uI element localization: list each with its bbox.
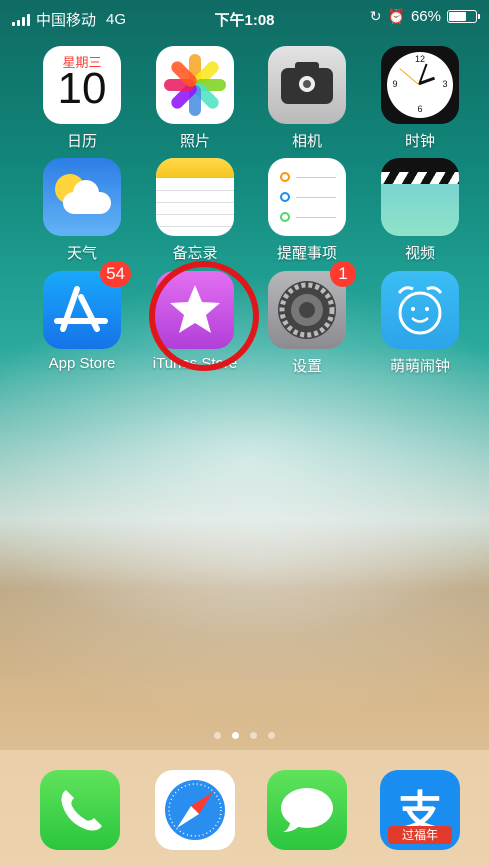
page-dot (250, 732, 257, 739)
app-label: 提醒事项 (276, 245, 337, 262)
app-reminders[interactable]: 提醒事项 (257, 158, 357, 262)
dock: 支 过福年 (0, 750, 489, 866)
app-settings[interactable]: 1 设置 (257, 261, 357, 375)
notes-icon (156, 158, 234, 236)
app-label: 时钟 (404, 133, 435, 150)
app-label: 日历 (66, 133, 97, 150)
app-clock[interactable]: 12 3 6 9 时钟 (370, 46, 470, 150)
page-dot (214, 732, 221, 739)
app-label: 天气 (66, 245, 97, 262)
home-screen: 中国移动 4G 下午1:08 ↻ ⏰ 66% 星期三 10 日历 照片 相机 1… (0, 0, 489, 866)
page-dot (268, 732, 275, 739)
battery-percent: 66% (410, 8, 441, 25)
app-photos[interactable]: 照片 (145, 46, 245, 150)
calendar-icon: 星期三 10 (43, 46, 121, 124)
messages-icon (267, 770, 347, 850)
app-label: 设置 (291, 358, 322, 375)
app-label: 照片 (179, 133, 210, 150)
page-dot-active (232, 732, 239, 739)
notification-badge: 1 (330, 261, 356, 287)
alarm-status-icon: ⏰ (387, 8, 405, 24)
dock-app-alipay[interactable]: 支 过福年 (370, 770, 470, 866)
dock-app-safari[interactable] (145, 770, 245, 866)
app-calendar[interactable]: 星期三 10 日历 (32, 46, 132, 150)
clock-icon: 12 3 6 9 (381, 46, 459, 124)
phone-icon (40, 770, 120, 850)
highlight-circle (149, 261, 259, 371)
calendar-date: 10 (57, 64, 107, 113)
weather-icon (43, 158, 121, 236)
app-weather[interactable]: 天气 (32, 158, 132, 262)
rotation-lock-icon: ↻ (369, 8, 382, 24)
videos-icon (381, 158, 459, 236)
app-app-store[interactable]: 54 App Store (32, 261, 132, 372)
app-videos[interactable]: 视频 (370, 158, 470, 262)
dock-app-phone[interactable] (30, 770, 130, 866)
notification-badge: 54 (100, 261, 131, 287)
app-notes[interactable]: 备忘录 (145, 158, 245, 262)
app-label: 备忘录 (172, 245, 218, 262)
battery-icon (447, 10, 480, 23)
status-bar: 中国移动 4G 下午1:08 ↻ ⏰ 66% (0, 0, 489, 36)
safari-icon (155, 770, 235, 850)
app-label: 萌萌闹钟 (389, 358, 450, 375)
reminders-icon (268, 158, 346, 236)
camera-icon (268, 46, 346, 124)
app-label: App Store (48, 355, 116, 372)
photos-icon (156, 46, 234, 124)
alipay-icon: 支 过福年 (380, 770, 460, 850)
app-camera[interactable]: 相机 (257, 46, 357, 150)
alipay-caption: 过福年 (388, 826, 452, 844)
page-indicator[interactable] (0, 732, 489, 739)
app-label: 相机 (291, 133, 322, 150)
dock-app-messages[interactable] (257, 770, 357, 866)
app-alarm-clock[interactable]: 萌萌闹钟 (370, 271, 470, 375)
app-label: 视频 (404, 245, 435, 262)
alarm-clock-app-icon (381, 271, 459, 349)
